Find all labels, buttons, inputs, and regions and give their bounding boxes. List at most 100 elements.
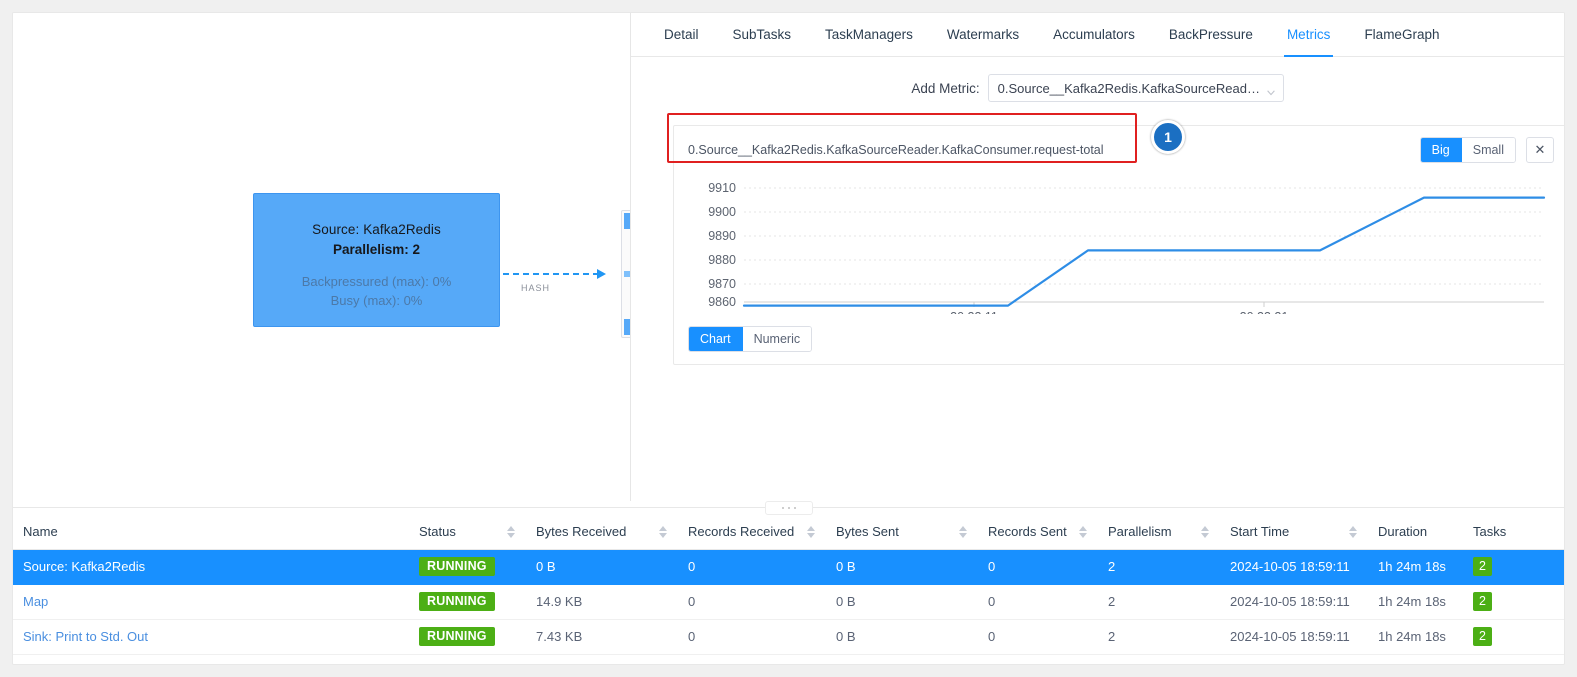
cell-name[interactable]: Source: Kafka2Redis [13,549,409,585]
sort-toggle-icon[interactable] [659,524,668,540]
graph-node-title: Source: Kafka2Redis [312,222,441,237]
cell-tasks: 2 [1463,619,1564,655]
metric-chart: 9860 9870 9880 9890 9900 9910 20:23:11 2… [686,174,1556,314]
tab-detail[interactable]: Detail [647,13,716,56]
metric-chart-svg: 9860 9870 9880 9890 9900 9910 20:23:11 2… [708,181,1546,314]
graph-node-cap-bottom [624,319,630,335]
cell-duration: 1h 24m 18s [1368,549,1463,585]
cell-start-time: 2024-10-05 18:59:11 [1220,549,1368,585]
chevron-down-icon [1266,85,1275,96]
vertex-name-link[interactable]: Map [23,594,48,609]
column-header-records-received[interactable]: Records Received [678,515,826,550]
cell-parallelism: 2 [1098,584,1220,620]
sort-toggle-icon[interactable] [1349,524,1358,540]
add-metric-selected-value: 0.Source__Kafka2Redis.KafkaSourceRead… [997,80,1260,96]
cell-duration: 1h 24m 18s [1368,619,1463,655]
chart-y-tick-labels: 9860 9870 9880 9890 9900 9910 [708,181,736,309]
tab-taskmanagers[interactable]: TaskManagers [808,13,930,56]
chart-series-line [742,196,1546,307]
column-label: Bytes Sent [836,524,899,540]
column-header-bytes-sent[interactable]: Bytes Sent [826,515,978,550]
splitter-dot [781,507,784,509]
table-row[interactable]: Sink: Print to Std. Out RUNNING 7.43 KB … [13,619,1564,655]
cell-bytes-received: 7.43 KB [526,619,678,655]
status-badge: RUNNING [419,557,495,576]
column-label: Tasks [1473,524,1507,540]
metric-size-big-button[interactable]: Big [1420,138,1462,162]
sort-toggle-icon[interactable] [1201,524,1210,540]
tab-accumulators[interactable]: Accumulators [1036,13,1152,56]
table-row[interactable]: Source: Kafka2Redis RUNNING 0 B 0 0 B 0 … [13,549,1564,585]
add-metric-label: Add Metric: [911,80,980,96]
cell-parallelism: 2 [1098,619,1220,655]
graph-edge-arrow-icon [597,269,606,279]
tab-metrics[interactable]: Metrics [1270,13,1348,57]
column-label: Name [23,524,58,540]
metric-view-numeric-button[interactable]: Numeric [742,327,812,351]
column-header-start-time[interactable]: Start Time [1220,515,1368,550]
cell-bytes-sent: 0 B [826,584,978,620]
column-header-bytes-received[interactable]: Bytes Received [526,515,678,550]
chart-xtick-label-1: 20:23:11 [950,310,998,314]
sort-toggle-icon[interactable] [959,524,968,540]
metric-view-toggle-wrap: Chart Numeric [688,326,813,352]
column-header-tasks[interactable]: Tasks [1463,515,1564,550]
tasks-badge: 2 [1473,592,1492,611]
graph-node-source-kafka2redis[interactable]: Source: Kafka2Redis Parallelism: 2 Backp… [253,193,500,327]
detail-pane: Detail SubTasks TaskManagers Watermarks … [631,13,1564,501]
add-metric-select[interactable]: 0.Source__Kafka2Redis.KafkaSourceRead… [987,74,1284,102]
add-metric-row: Add Metric: 0.Source__Kafka2Redis.KafkaS… [631,67,1564,109]
vertex-name-link[interactable]: Source: Kafka2Redis [23,559,145,574]
cell-status: RUNNING [409,619,526,655]
graph-edge-line [503,273,599,275]
cell-name[interactable]: Map [13,584,409,620]
tasks-badge: 2 [1473,557,1492,576]
column-header-records-sent[interactable]: Records Sent [978,515,1098,550]
job-graph-pane[interactable]: Source: Kafka2Redis Parallelism: 2 Backp… [13,13,631,501]
sort-toggle-icon[interactable] [507,524,516,540]
tab-backpressure[interactable]: BackPressure [1152,13,1270,56]
splitter-handle[interactable] [764,501,813,515]
tasks-badge: 2 [1473,627,1492,646]
metric-view-toggle: Chart Numeric [688,326,813,352]
graph-node-busy: Busy (max): 0% [330,293,423,308]
tab-subtasks[interactable]: SubTasks [716,13,809,56]
graph-node-midbar [624,271,630,277]
pane-splitter-horizontal[interactable] [13,501,1564,515]
close-icon[interactable]: ✕ [1526,137,1554,163]
sort-toggle-icon[interactable] [807,524,816,540]
cell-start-time: 2024-10-05 18:59:11 [1220,619,1368,655]
column-label: Parallelism [1108,524,1172,540]
sort-toggle-icon[interactable] [1079,524,1088,540]
chart-ytick-9890: 9890 [708,229,736,243]
cell-duration: 1h 24m 18s [1368,584,1463,620]
metric-view-chart-button[interactable]: Chart [689,327,743,351]
table-row[interactable]: Map RUNNING 14.9 KB 0 0 B 0 2 2024-10-05… [13,584,1564,620]
column-header-parallelism[interactable]: Parallelism [1098,515,1220,550]
cell-records-sent: 0 [978,584,1098,620]
chart-x-tick-labels: 20:23:11 20:23:21 [950,310,1288,314]
graph-node-next-partial[interactable]: › ‹ [621,210,630,338]
cell-name[interactable]: Sink: Print to Std. Out [13,619,409,655]
column-header-status[interactable]: Status [409,515,526,550]
column-label: Records Received [688,524,795,540]
splitter-dot [787,507,790,509]
chart-ytick-9910: 9910 [708,181,736,195]
splitter-dot [793,507,796,509]
cell-records-received: 0 [678,619,826,655]
metric-card-actions: Big Small ✕ [1419,137,1554,163]
graph-node-parallelism: Parallelism: 2 [332,242,421,257]
cell-start-time: 2024-10-05 18:59:11 [1220,584,1368,620]
tab-watermarks[interactable]: Watermarks [930,13,1036,56]
metric-size-small-button[interactable]: Small [1461,138,1515,162]
column-header-name[interactable]: Name [13,515,409,550]
column-label: Start Time [1230,524,1290,540]
tab-flamegraph[interactable]: FlameGraph [1347,13,1456,56]
vertex-name-link[interactable]: Sink: Print to Std. Out [23,629,148,644]
annotation-step-badge-1: 1 [1151,120,1185,154]
cell-bytes-sent: 0 B [826,619,978,655]
column-header-duration[interactable]: Duration [1368,515,1463,550]
cell-parallelism: 2 [1098,549,1220,585]
metric-card-name: 0.Source__Kafka2Redis.KafkaSourceReader.… [688,143,1104,157]
chart-ytick-9870: 9870 [708,277,736,291]
